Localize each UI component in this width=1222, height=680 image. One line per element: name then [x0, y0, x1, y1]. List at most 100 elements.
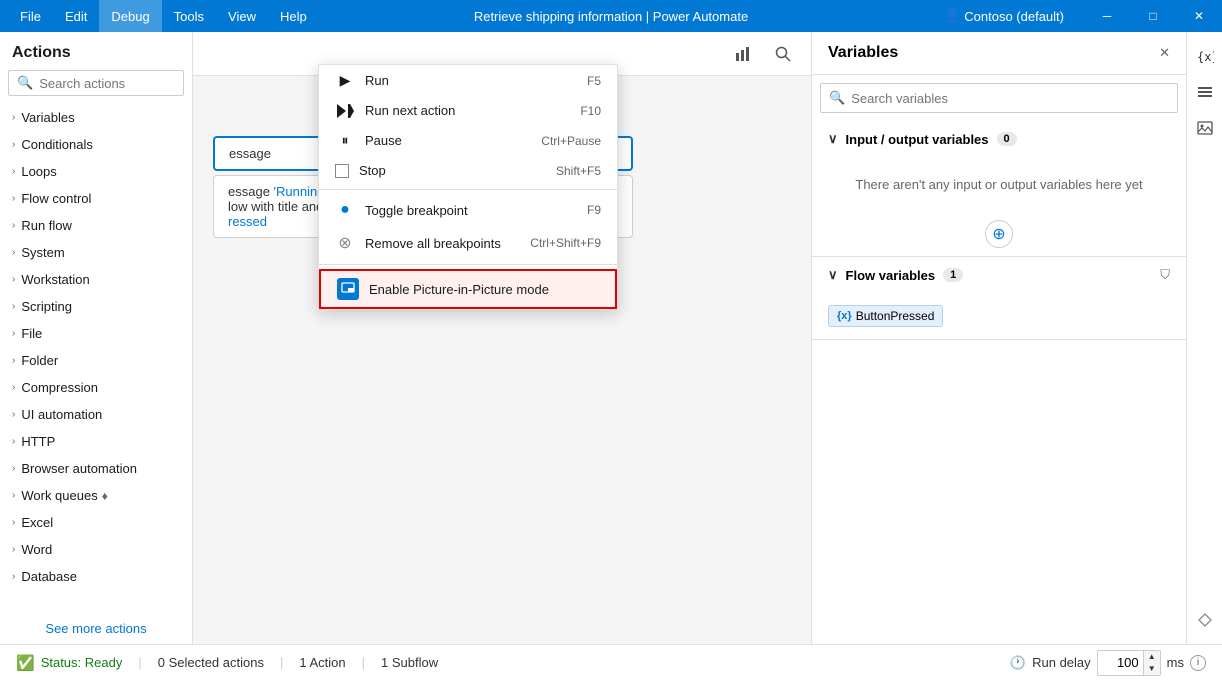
- run-delay-section: 🕐 Run delay ▲ ▼ ms i: [1010, 650, 1206, 676]
- dropdown-separator-2: [319, 264, 617, 265]
- action-label: Variables: [21, 110, 74, 125]
- search-input[interactable]: [39, 76, 175, 91]
- chevron-icon: ›: [12, 301, 15, 312]
- menu-edit[interactable]: Edit: [53, 0, 99, 32]
- menu-help[interactable]: Help: [268, 0, 319, 32]
- debug-remove-bp-item[interactable]: ⊗ Remove all breakpoints Ctrl+Shift+F9: [319, 226, 617, 260]
- menu-view[interactable]: View: [216, 0, 268, 32]
- debug-run-next-shortcut: F10: [580, 104, 601, 118]
- debug-run-item[interactable]: ▶ Run F5: [319, 65, 617, 96]
- variables-search-input[interactable]: [851, 91, 1169, 106]
- action-item-database[interactable]: › Database: [0, 563, 192, 590]
- run-delay-value[interactable]: [1098, 653, 1143, 672]
- close-button[interactable]: ✕: [1176, 0, 1222, 32]
- chevron-icon: ›: [12, 490, 15, 501]
- chevron-icon: ›: [12, 274, 15, 285]
- action-item-scripting[interactable]: › Scripting: [0, 293, 192, 320]
- action-label: File: [21, 326, 42, 341]
- action-item-file[interactable]: › File: [0, 320, 192, 347]
- debug-pause-shortcut: Ctrl+Pause: [541, 134, 601, 148]
- chevron-icon: ›: [12, 355, 15, 366]
- debug-pause-item[interactable]: ⏸ Pause Ctrl+Pause: [319, 125, 617, 156]
- run-delay-info-icon[interactable]: i: [1190, 655, 1206, 671]
- run-delay-unit: ms: [1167, 655, 1184, 670]
- diamond-icon-button[interactable]: [1189, 604, 1221, 636]
- action-label: Scripting: [21, 299, 72, 314]
- minimize-button[interactable]: ─: [1084, 0, 1130, 32]
- flow-vars-label: Flow variables: [846, 268, 936, 283]
- debug-run-shortcut: F5: [587, 74, 601, 88]
- chevron-icon: ›: [12, 112, 15, 123]
- run-delay-input: ▲ ▼: [1097, 650, 1161, 676]
- action-item-flow-control[interactable]: › Flow control: [0, 185, 192, 212]
- maximize-button[interactable]: □: [1130, 0, 1176, 32]
- action-item-variables[interactable]: › Variables: [0, 104, 192, 131]
- flow-vars-count: 1: [943, 268, 963, 282]
- status-text: Status: Ready: [41, 655, 123, 670]
- flow-variables-section-header[interactable]: ∨ Flow variables 1 ⛉: [812, 257, 1186, 293]
- action-item-compression[interactable]: › Compression: [0, 374, 192, 401]
- action-label: Word: [21, 542, 52, 557]
- debug-toggle-bp-shortcut: F9: [587, 203, 601, 217]
- debug-pause-label: Pause: [365, 133, 402, 148]
- action-label: Loops: [21, 164, 56, 179]
- toolbar-chart-icon[interactable]: [727, 38, 759, 70]
- variable-icon: {x}: [837, 310, 852, 322]
- remove-bp-icon: ⊗: [335, 233, 355, 253]
- action-item-http[interactable]: › HTTP: [0, 428, 192, 455]
- variables-close-icon[interactable]: ✕: [1159, 45, 1170, 61]
- svg-text:{x}: {x}: [1197, 50, 1214, 64]
- input-output-count: 0: [997, 132, 1017, 146]
- action-item-word[interactable]: › Word: [0, 536, 192, 563]
- account-label[interactable]: 👤 Contoso (default): [932, 8, 1076, 24]
- pip-icon: [337, 278, 359, 300]
- delay-up-button[interactable]: ▲: [1144, 651, 1160, 663]
- action-item-run-flow[interactable]: › Run flow: [0, 212, 192, 239]
- input-output-chevron: ∨: [828, 131, 838, 147]
- menu-tools[interactable]: Tools: [162, 0, 216, 32]
- filter-icon[interactable]: ⛉: [1160, 267, 1170, 283]
- action-item-workstation[interactable]: › Workstation: [0, 266, 192, 293]
- menu-file[interactable]: File: [8, 0, 53, 32]
- action-item-excel[interactable]: › Excel: [0, 509, 192, 536]
- action-item-conditionals[interactable]: › Conditionals: [0, 131, 192, 158]
- debug-pip-item[interactable]: Enable Picture-in-Picture mode: [319, 269, 617, 309]
- debug-toggle-bp-item[interactable]: ● Toggle breakpoint F9: [319, 194, 617, 226]
- stop-icon: [335, 164, 349, 178]
- menu-debug[interactable]: Debug: [99, 0, 161, 32]
- flow-variable-chip[interactable]: {x} ButtonPressed: [828, 305, 943, 327]
- action-label: Browser automation: [21, 461, 137, 476]
- input-output-section-header[interactable]: ∨ Input / output variables 0: [812, 121, 1186, 157]
- pause-icon: ⏸: [335, 132, 355, 149]
- action-label: HTTP: [21, 434, 55, 449]
- action-item-folder[interactable]: › Folder: [0, 347, 192, 374]
- image-icon-button[interactable]: [1189, 112, 1221, 144]
- action-item-ui-automation[interactable]: › UI automation: [0, 401, 192, 428]
- toolbar-search-icon[interactable]: [767, 38, 799, 70]
- action-item-system[interactable]: › System: [0, 239, 192, 266]
- add-variable-button[interactable]: ⊕: [985, 220, 1013, 248]
- debug-remove-bp-label: Remove all breakpoints: [365, 236, 501, 251]
- layers-icon-button[interactable]: [1189, 76, 1221, 108]
- status-check-icon: ✅: [16, 654, 35, 672]
- see-more-actions[interactable]: See more actions: [0, 613, 192, 644]
- actions-list: › Variables › Conditionals › Loops › Flo…: [0, 104, 192, 613]
- variables-icon-button[interactable]: {x}: [1189, 40, 1221, 72]
- debug-run-next-label: Run next action: [365, 103, 455, 118]
- delay-down-button[interactable]: ▼: [1144, 663, 1160, 675]
- variables-search: 🔍: [820, 83, 1178, 113]
- debug-run-next-item[interactable]: Run next action F10: [319, 96, 617, 125]
- variables-header: Variables ✕: [812, 32, 1186, 75]
- action-item-browser-automation[interactable]: › Browser automation: [0, 455, 192, 482]
- window-title: Retrieve shipping information | Power Au…: [474, 9, 748, 24]
- run-delay-spinners: ▲ ▼: [1143, 651, 1160, 675]
- chevron-icon: ›: [12, 517, 15, 528]
- run-delay-label: Run delay: [1032, 655, 1091, 670]
- debug-stop-item[interactable]: Stop Shift+F5: [319, 156, 617, 185]
- debug-run-label: Run: [365, 73, 389, 88]
- chevron-icon: ›: [12, 247, 15, 258]
- chevron-icon: ›: [12, 328, 15, 339]
- action-item-work-queues[interactable]: › Work queues ♦: [0, 482, 192, 509]
- action-label: System: [21, 245, 64, 260]
- action-item-loops[interactable]: › Loops: [0, 158, 192, 185]
